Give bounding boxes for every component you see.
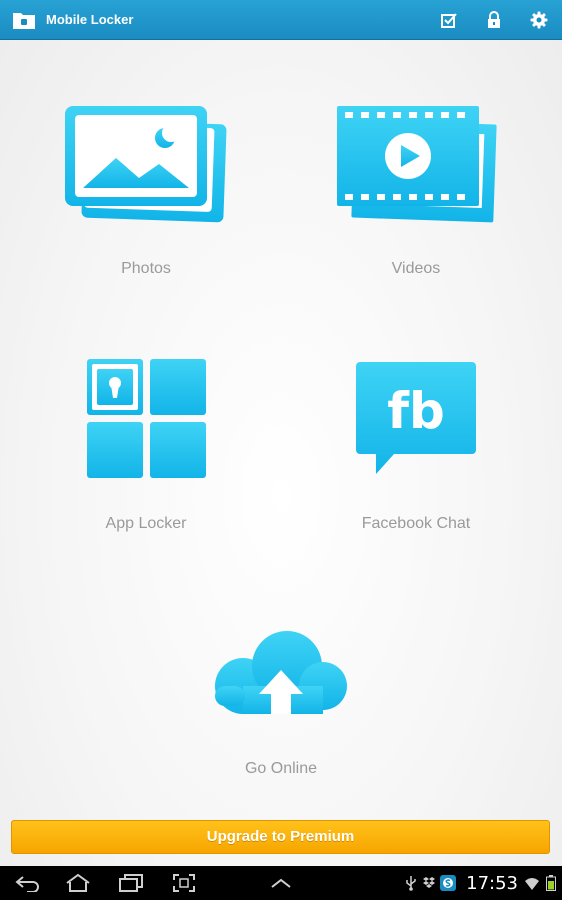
wifi-icon bbox=[524, 874, 540, 892]
upgrade-to-premium-button[interactable]: Upgrade to Premium bbox=[11, 820, 550, 854]
videos-icon bbox=[337, 106, 497, 223]
tile-go-online[interactable]: Go Online bbox=[171, 620, 391, 790]
photos-icon bbox=[65, 106, 227, 223]
svg-text:fb: fb bbox=[387, 382, 445, 440]
dropbox-icon bbox=[422, 874, 436, 892]
tile-label-photos: Photos bbox=[121, 260, 171, 277]
skype-icon bbox=[440, 874, 457, 892]
gear-icon[interactable] bbox=[527, 8, 551, 32]
check-icon[interactable] bbox=[437, 8, 461, 32]
app-locker-icon bbox=[87, 359, 206, 478]
menu-up-icon[interactable] bbox=[266, 871, 296, 895]
tile-label-go-online: Go Online bbox=[244, 760, 318, 777]
back-icon[interactable] bbox=[13, 871, 43, 895]
app-title: Mobile Locker bbox=[46, 12, 134, 27]
tile-app-locker[interactable]: App Locker bbox=[36, 350, 256, 545]
lock-icon[interactable] bbox=[482, 8, 506, 32]
folder-lock-icon bbox=[12, 9, 36, 31]
tile-label-videos: Videos bbox=[391, 260, 441, 277]
tile-facebook-chat[interactable]: fb Facebook Chat bbox=[306, 350, 526, 545]
tile-label-facebook-chat: Facebook Chat bbox=[361, 515, 471, 532]
home-icon[interactable] bbox=[63, 871, 93, 895]
clock: 17:53 bbox=[466, 872, 518, 894]
tile-videos[interactable]: Videos bbox=[306, 95, 526, 290]
status-area: 17:53 bbox=[404, 866, 562, 900]
cloud-upload-icon bbox=[215, 631, 347, 714]
tile-label-app-locker: App Locker bbox=[105, 515, 187, 532]
facebook-chat-icon: fb bbox=[356, 362, 476, 474]
screenshot-icon[interactable] bbox=[169, 871, 199, 895]
usb-icon bbox=[404, 874, 418, 892]
system-bar: 17:53 bbox=[0, 866, 562, 900]
tile-photos[interactable]: Photos bbox=[36, 95, 256, 290]
battery-icon bbox=[544, 874, 558, 892]
app-bar: Mobile Locker bbox=[0, 0, 562, 40]
recent-apps-icon[interactable] bbox=[116, 871, 146, 895]
